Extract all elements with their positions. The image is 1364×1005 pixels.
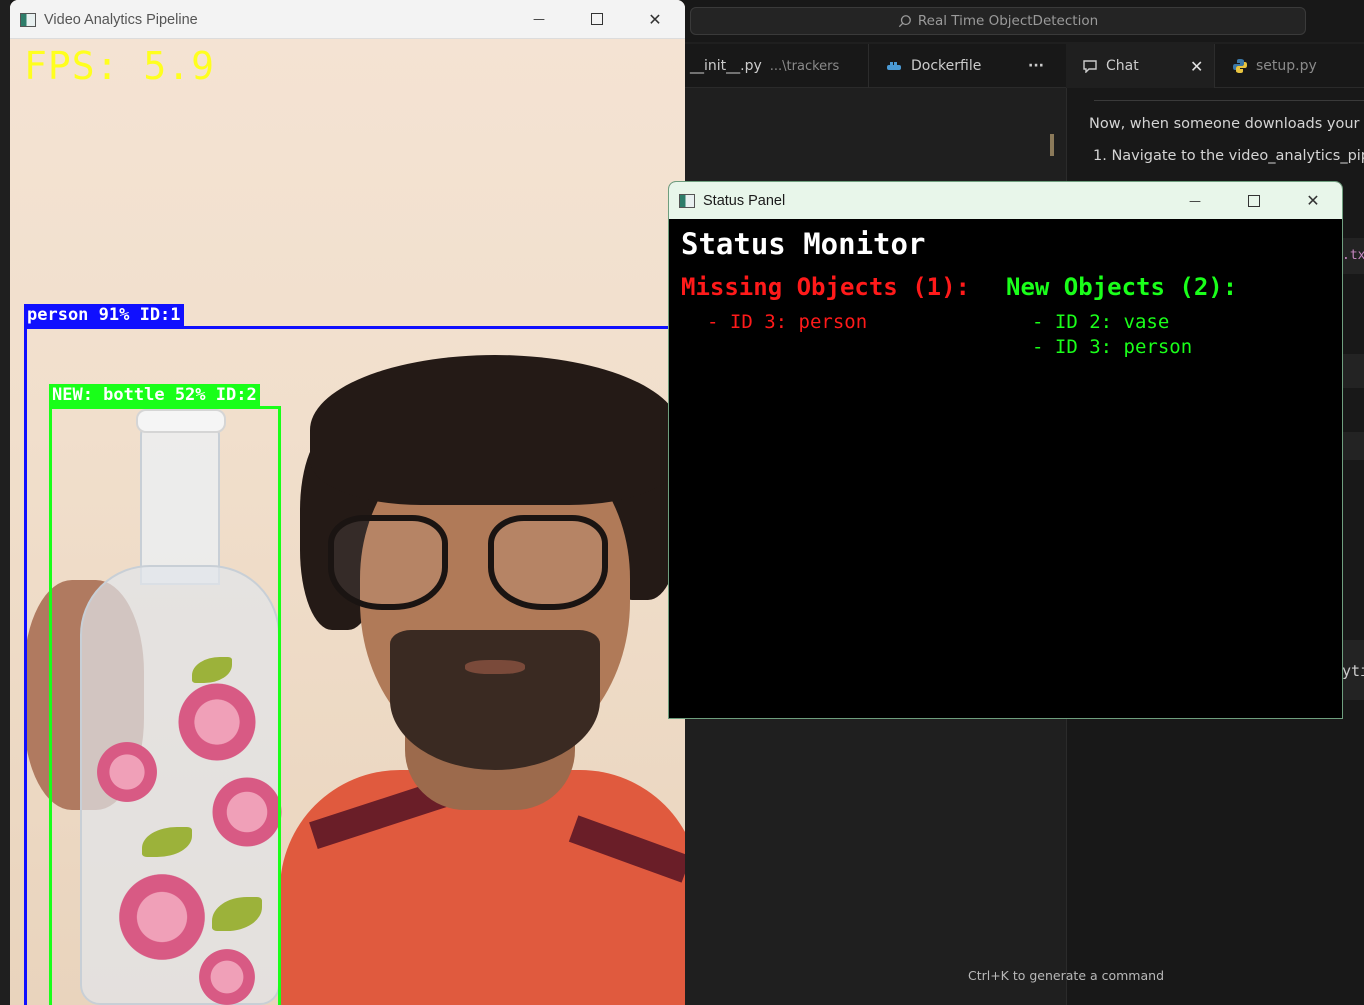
missing-objects-header: Missing Objects (1):: [681, 273, 970, 301]
tab-divider: [1214, 44, 1215, 88]
tab-chat[interactable]: Chat ✕: [1066, 44, 1214, 88]
bottle-detection-label: NEW: bottle 52% ID:2: [49, 384, 260, 406]
minimize-icon: —: [533, 12, 545, 26]
bottle-bounding-box: [49, 406, 281, 1005]
missing-object-item: - ID 3: person: [707, 311, 868, 333]
person-detection-label: person 91% ID:1: [24, 304, 184, 326]
fps-readout: FPS: 5.9: [24, 44, 216, 88]
minimize-button[interactable]: —: [1166, 182, 1224, 219]
tab-label: setup.py: [1256, 58, 1317, 74]
more-icon: ···: [1028, 58, 1044, 74]
scroll-indicator: [1050, 134, 1054, 156]
more-tabs-button[interactable]: ···: [1028, 44, 1044, 88]
chat-message-line: 1. Navigate to the video_analytics_pipe: [1093, 148, 1364, 164]
tab-label: Dockerfile: [911, 58, 982, 74]
chat-message-line: Now, when someone downloads your: [1089, 116, 1360, 132]
maximize-button[interactable]: [568, 0, 626, 38]
close-icon: ✕: [1306, 191, 1320, 210]
search-icon: [898, 15, 911, 28]
tab-divider: [868, 44, 869, 88]
tab-dockerfile[interactable]: Dockerfile: [886, 44, 981, 88]
status-canvas: Status Monitor Missing Objects (1): - ID…: [669, 219, 1342, 718]
tab-label: Chat: [1106, 58, 1139, 74]
desktop-edge: [0, 0, 10, 1005]
generate-command-hint: Ctrl+K to generate a command: [967, 968, 1165, 983]
tab-setup-py[interactable]: setup.py: [1232, 44, 1317, 88]
maximize-icon: [1248, 194, 1260, 207]
tab-path: ...\trackers: [769, 58, 840, 74]
tab-label: __init__.py: [690, 58, 762, 74]
close-tab-icon[interactable]: ✕: [1190, 57, 1203, 76]
window-title: Video Analytics Pipeline: [44, 11, 198, 28]
new-object-item: - ID 2: vase: [1032, 311, 1170, 333]
close-button[interactable]: ✕: [626, 0, 684, 38]
close-button[interactable]: ✕: [1284, 182, 1342, 219]
maximize-icon: [591, 13, 603, 25]
docker-icon: [887, 62, 901, 70]
app-icon: [20, 12, 36, 27]
chat-icon: [1083, 60, 1097, 73]
status-heading: Status Monitor: [681, 227, 926, 261]
status-panel-window[interactable]: Status Panel — ✕ Status Monitor Missing …: [668, 181, 1343, 719]
new-objects-header: New Objects (2):: [1006, 273, 1238, 301]
maximize-button[interactable]: [1225, 182, 1283, 219]
chat-code-fragment: yti: [1342, 662, 1364, 680]
command-center-text: Real Time ObjectDetection: [917, 13, 1099, 29]
window-titlebar[interactable]: Video Analytics Pipeline — ✕: [10, 0, 685, 39]
python-icon: [1233, 59, 1247, 73]
window-title: Status Panel: [703, 192, 786, 209]
chat-code-block: [1343, 354, 1364, 388]
video-analytics-window[interactable]: Video Analytics Pipeline — ✕ FPS: 5.9 pe…: [10, 0, 685, 1005]
chat-divider: [1094, 100, 1364, 101]
chat-code-block: [1343, 432, 1364, 460]
tab-init-py[interactable]: __init__.py ...\trackers: [690, 44, 839, 88]
new-object-item: - ID 3: person: [1032, 336, 1193, 358]
close-icon: ✕: [648, 9, 662, 29]
minimize-button[interactable]: —: [510, 0, 568, 38]
app-icon: [679, 193, 695, 208]
command-center-search[interactable]: Real Time ObjectDetection: [690, 7, 1306, 35]
window-titlebar[interactable]: Status Panel — ✕: [669, 182, 1342, 219]
minimize-icon: —: [1189, 193, 1201, 208]
chat-code-fragment: .tx: [1342, 248, 1364, 263]
